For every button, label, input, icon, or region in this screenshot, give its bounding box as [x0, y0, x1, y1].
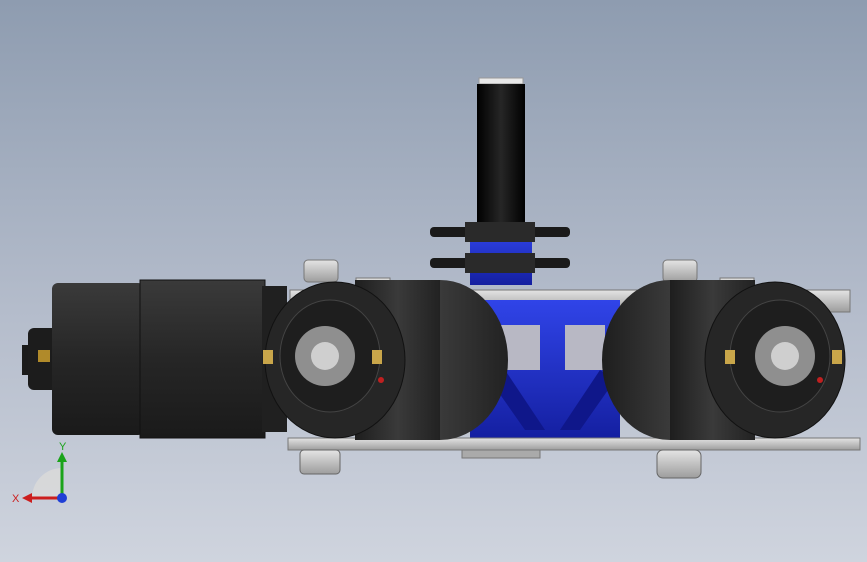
wheel-left[interactable]	[263, 280, 508, 440]
y-axis-label: Y	[59, 441, 67, 453]
x-axis-label: X	[12, 493, 20, 505]
triad-arc	[32, 468, 62, 498]
orientation-triad: Y X	[12, 441, 67, 505]
cad-model[interactable]	[0, 0, 867, 562]
wheel-right[interactable]	[602, 280, 846, 440]
x-axis-arrow	[22, 493, 32, 503]
cad-viewport[interactable]: Y X	[0, 0, 867, 562]
sprocket-lower[interactable]	[430, 253, 570, 273]
z-axis-dot	[57, 493, 67, 503]
sprocket-upper[interactable]	[430, 222, 570, 242]
gearmotor[interactable]	[22, 279, 287, 439]
y-axis-arrow	[57, 452, 67, 462]
